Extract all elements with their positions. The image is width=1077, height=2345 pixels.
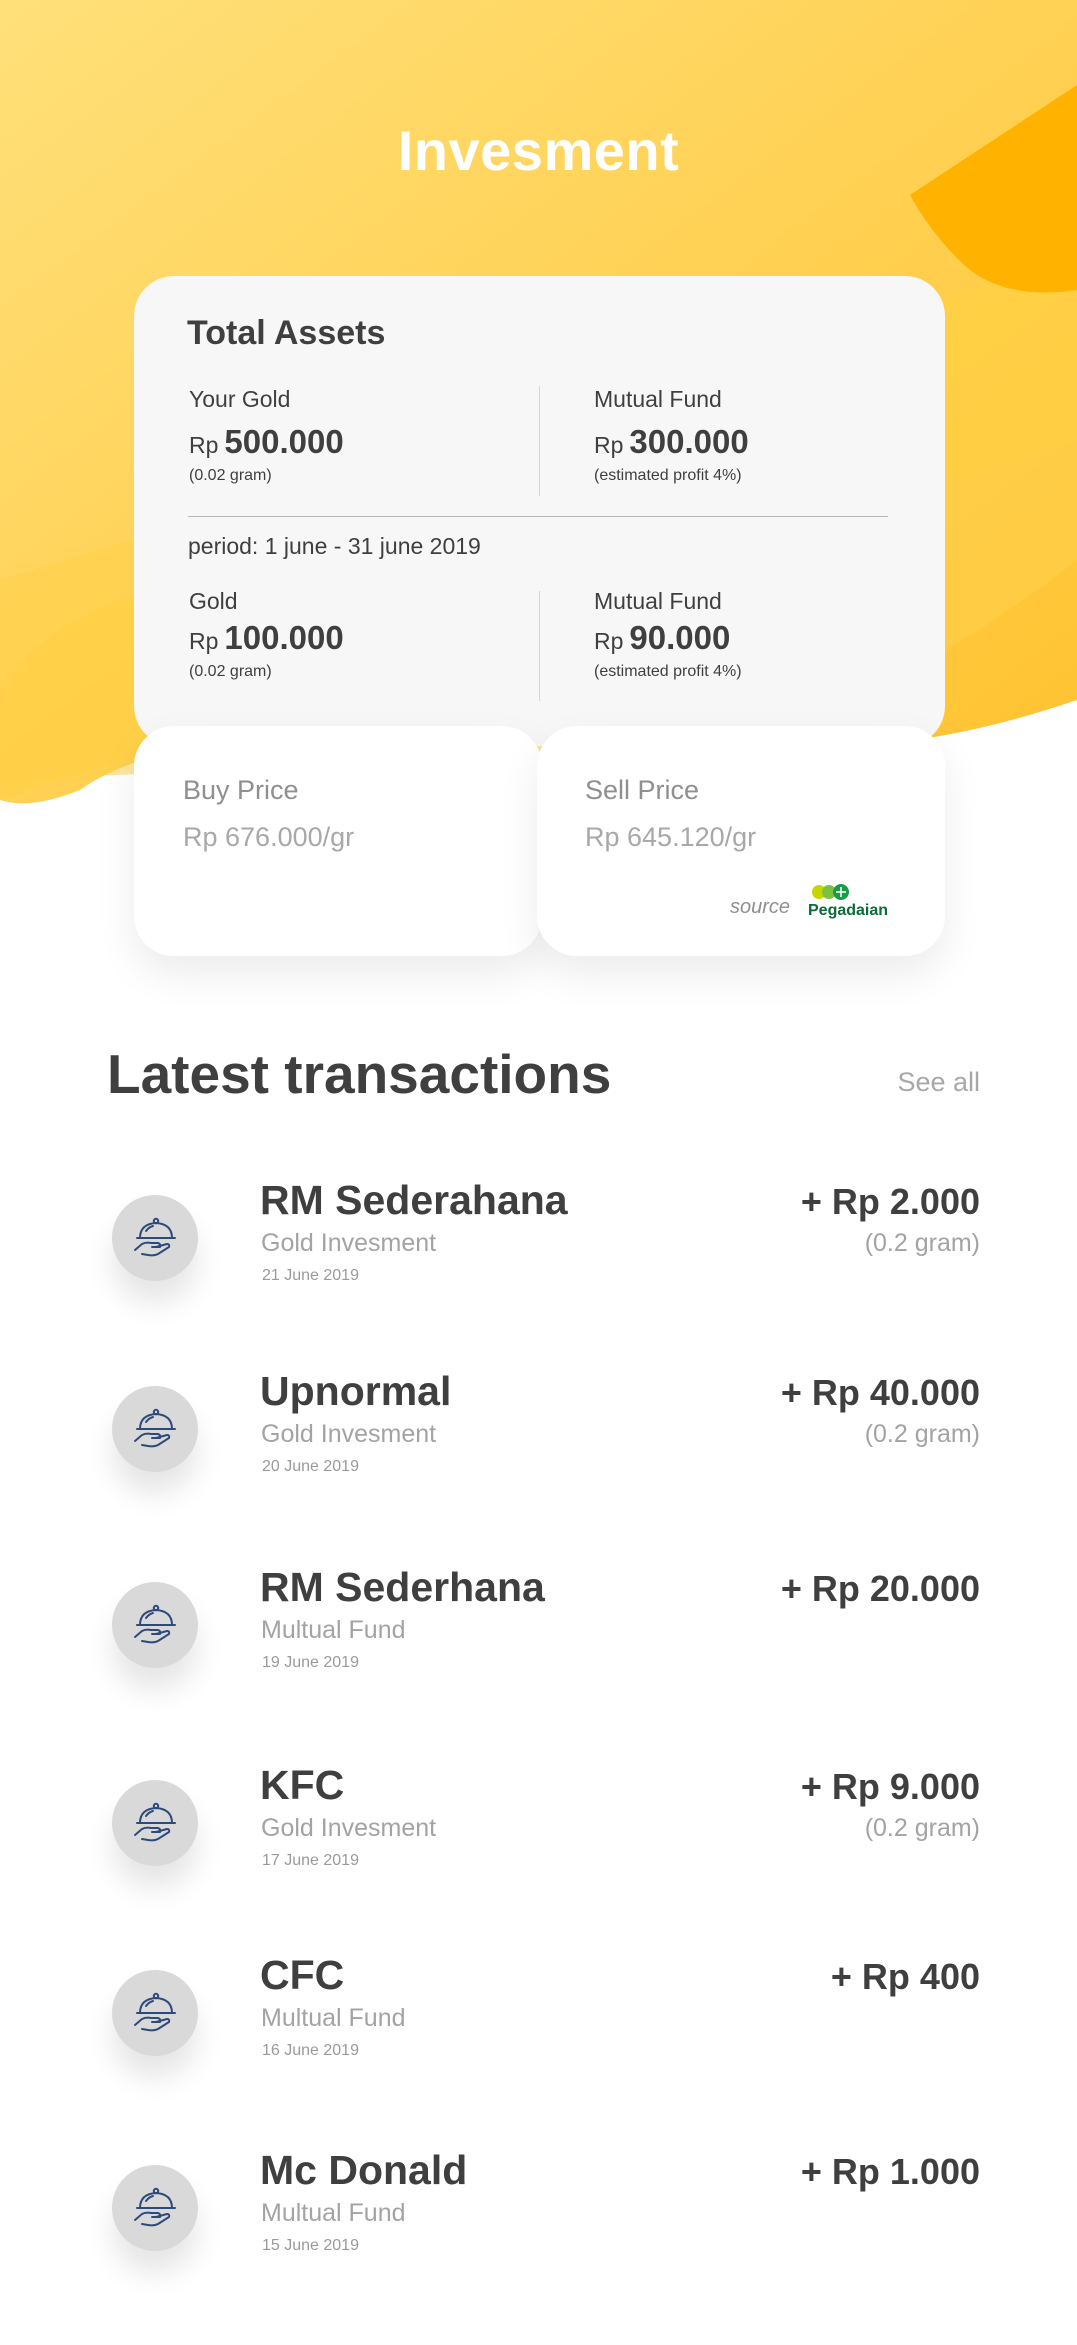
period-gold-amount: Rp 100.000 (189, 619, 344, 657)
transaction-weight: (0.2 gram) (864, 1420, 980, 1448)
currency-label: Rp (594, 628, 624, 654)
transaction-row[interactable]: Mc Donald Multual Fund 15 June 2019 + Rp… (0, 2147, 1077, 2297)
mutual-fund-amount: Rp 300.000 (594, 423, 749, 461)
food-tray-icon (134, 1408, 176, 1448)
page-title: Invesment (397, 119, 680, 182)
period-gold-value: 100.000 (224, 619, 344, 656)
transaction-avatar (112, 1386, 198, 1472)
currency-label: Rp (189, 628, 219, 654)
transaction-date: 19 June 2019 (262, 1654, 359, 1671)
total-assets-title: Total Assets (187, 314, 386, 352)
transaction-name: Upnormal (260, 1368, 452, 1414)
your-gold-value: 500.000 (224, 423, 344, 460)
sell-price-card[interactable]: Sell Price Rp 645.120/gr source Pegadaia… (537, 726, 945, 956)
transaction-category: Multual Fund (261, 2004, 406, 2032)
latest-transactions-title: Latest transactions (107, 1043, 612, 1105)
mutual-fund-block: Mutual Fund Rp 300.000 (estimated profit … (594, 386, 749, 485)
period-mutual-fund-value: 90.000 (629, 619, 731, 656)
transaction-name: RM Sederahana (260, 1177, 568, 1223)
your-gold-note: (0.02 gram) (189, 467, 272, 484)
see-all-link[interactable]: See all (897, 1067, 980, 1098)
column-divider (539, 591, 540, 701)
your-gold-label: Your Gold (189, 386, 291, 412)
period-text: period: 1 june - 31 june 2019 (188, 533, 481, 559)
period-mutual-fund-note: (estimated profit 4%) (594, 663, 742, 680)
source-label: source (729, 896, 790, 918)
transaction-avatar (112, 2165, 198, 2251)
mutual-fund-value: 300.000 (629, 423, 749, 460)
transaction-amount: + Rp 9.000 (800, 1766, 980, 1807)
transaction-avatar (112, 1970, 198, 2056)
transaction-row[interactable]: KFC Gold Invesment 17 June 2019 + Rp 9.0… (0, 1762, 1077, 1912)
sell-price-value: Rp 645.120/gr (585, 822, 757, 852)
transaction-amount: + Rp 1.000 (800, 2151, 980, 2192)
transaction-avatar (112, 1780, 198, 1866)
transaction-row[interactable]: RM Sederahana Gold Invesment 21 June 201… (0, 1177, 1077, 1327)
transaction-row[interactable]: Upnormal Gold Invesment 20 June 2019 + R… (0, 1368, 1077, 1518)
food-tray-icon (134, 1992, 176, 2032)
buy-price-card[interactable]: Buy Price Rp 676.000/gr (134, 726, 542, 956)
buy-price-value: Rp 676.000/gr (183, 822, 355, 852)
period-mutual-fund-label: Mutual Fund (594, 588, 722, 614)
pegadaian-logo-icon (812, 884, 849, 900)
currency-label: Rp (594, 432, 624, 458)
transaction-weight: (0.2 gram) (864, 1229, 980, 1257)
period-mutual-fund-block: Mutual Fund Rp 90.000 (estimated profit 4… (594, 588, 742, 681)
transaction-amount: + Rp 400 (830, 1956, 980, 1997)
transaction-date: 20 June 2019 (262, 1458, 359, 1475)
transaction-amount: + Rp 40.000 (780, 1372, 980, 1413)
transaction-avatar (112, 1582, 198, 1668)
transaction-amount: + Rp 2.000 (800, 1181, 980, 1222)
total-assets-card: Total Assets Your Gold Rp 500.000 (0.02 g… (134, 276, 945, 746)
pegadaian-logo: Pegadaian (808, 883, 888, 923)
transaction-name: KFC (260, 1762, 345, 1808)
transaction-date: 21 June 2019 (262, 1267, 359, 1284)
transaction-category: Multual Fund (261, 2199, 406, 2227)
transaction-date: 17 June 2019 (262, 1852, 359, 1869)
food-tray-icon (134, 1604, 176, 1644)
transaction-date: 15 June 2019 (262, 2237, 359, 2254)
transaction-weight: (0.2 gram) (864, 1814, 980, 1842)
transaction-category: Gold Invesment (261, 1420, 437, 1448)
section-divider (188, 516, 888, 517)
transaction-row[interactable]: RM Sederhana Multual Fund 19 June 2019 +… (0, 1564, 1077, 1714)
period-gold-label: Gold (189, 588, 238, 614)
transaction-category: Gold Invesment (261, 1814, 437, 1842)
pegadaian-brand: Pegadaian (808, 902, 889, 919)
transaction-date: 16 June 2019 (262, 2042, 359, 2059)
buy-price-label: Buy Price (183, 775, 299, 805)
mutual-fund-label: Mutual Fund (594, 386, 722, 412)
transaction-name: RM Sederhana (260, 1564, 545, 1610)
period-gold-note: (0.02 gram) (189, 663, 272, 680)
sell-price-label: Sell Price (585, 775, 700, 805)
period-mutual-fund-amount: Rp 90.000 (594, 619, 742, 657)
transaction-category: Multual Fund (261, 1616, 406, 1644)
mutual-fund-note: (estimated profit 4%) (594, 467, 742, 484)
your-gold-block: Your Gold Rp 500.000 (0.02 gram) (189, 386, 344, 485)
food-tray-icon (134, 1802, 176, 1842)
transaction-category: Gold Invesment (261, 1229, 437, 1257)
transaction-row[interactable]: CFC Multual Fund 16 June 2019 + Rp 400 (0, 1952, 1077, 2102)
currency-label: Rp (189, 432, 219, 458)
food-tray-icon (134, 2187, 176, 2227)
your-gold-amount: Rp 500.000 (189, 423, 344, 461)
transaction-avatar (112, 1195, 198, 1281)
column-divider (539, 386, 540, 496)
transaction-name: CFC (260, 1952, 345, 1998)
transaction-amount: + Rp 20.000 (780, 1568, 980, 1609)
food-tray-icon (134, 1217, 176, 1257)
transaction-name: Mc Donald (260, 2147, 468, 2193)
period-gold-block: Gold Rp 100.000 (0.02 gram) (189, 588, 344, 681)
